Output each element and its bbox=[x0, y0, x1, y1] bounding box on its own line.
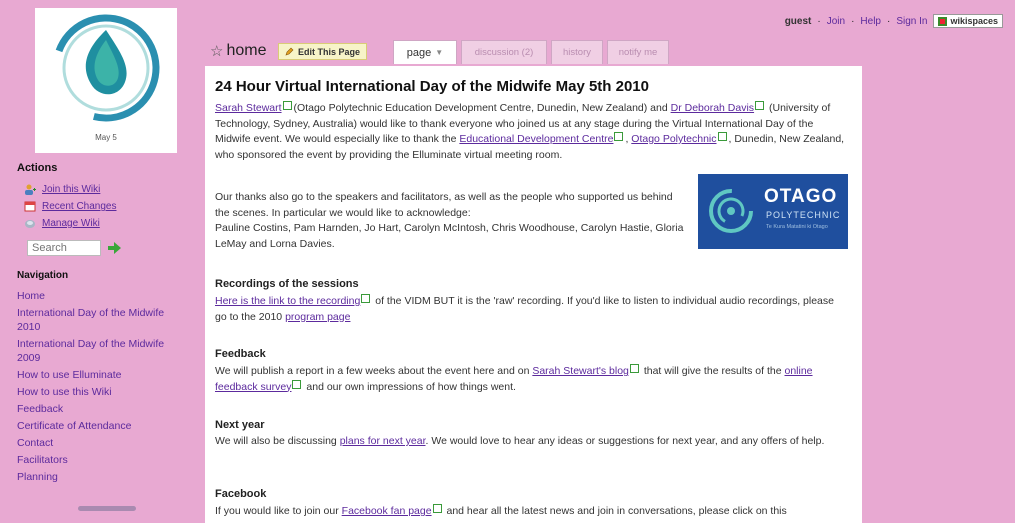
edit-page-label: Edit This Page bbox=[298, 46, 361, 57]
tab-notify[interactable]: notify me bbox=[607, 40, 669, 64]
facebook-paragraph: If you would like to join our Facebook f… bbox=[215, 504, 787, 517]
edc-link[interactable]: Educational Development Centre bbox=[459, 133, 613, 145]
external-link-icon bbox=[614, 132, 624, 141]
tab-page[interactable]: page ▼ bbox=[393, 40, 457, 64]
pencil-icon bbox=[285, 47, 294, 56]
actions-heading: Actions bbox=[17, 162, 58, 174]
recording-link[interactable]: Here is the link to the recording bbox=[215, 295, 360, 307]
facebook-fan-page-link[interactable]: Facebook fan page bbox=[342, 505, 432, 517]
recent-changes-link[interactable]: Recent Changes bbox=[24, 201, 117, 212]
sidebar-scrollbar[interactable] bbox=[78, 506, 136, 511]
nav-item-idm-2010[interactable]: International Day of the Midwife 2010 bbox=[17, 306, 187, 334]
next-year-heading: Next year bbox=[215, 419, 265, 431]
external-link-icon bbox=[292, 379, 302, 389]
otago-logo-tagline: Te Kura Matatini ki Otago bbox=[766, 224, 828, 230]
otago-logo-name: OTAGO bbox=[764, 186, 838, 207]
tab-discussion-label: discussion (2) bbox=[474, 47, 534, 58]
page-title: ☆ home bbox=[210, 42, 266, 60]
nav-item-facilitators[interactable]: Facilitators bbox=[17, 453, 187, 467]
sidebar: May 5 Actions Join this Wiki Recent Chan… bbox=[0, 0, 190, 523]
otago-logo-sub: POLYTECHNIC bbox=[766, 210, 841, 220]
sign-in-link[interactable]: Sign In bbox=[896, 16, 927, 27]
next-year-paragraph: We will also be discussing plans for nex… bbox=[215, 435, 825, 447]
nav-item-idm-2009[interactable]: International Day of the Midwife 2009 bbox=[17, 337, 187, 365]
external-link-icon bbox=[717, 132, 727, 141]
intro-paragraph: Sarah Stewart (Otago Polytechnic Educatio… bbox=[215, 101, 845, 161]
wikispaces-badge[interactable]: wikispaces bbox=[933, 14, 1003, 28]
nav-item-contact[interactable]: Contact bbox=[17, 436, 187, 450]
search-input[interactable] bbox=[27, 240, 101, 256]
wikispaces-label: wikispaces bbox=[950, 16, 998, 26]
program-page-link[interactable]: program page bbox=[285, 311, 350, 323]
help-link[interactable]: Help bbox=[860, 16, 881, 27]
site-logo[interactable]: May 5 bbox=[35, 8, 177, 153]
plans-next-year-link[interactable]: plans for next year bbox=[340, 435, 426, 447]
search-go-arrow-icon[interactable] bbox=[108, 242, 121, 257]
nav-item-home[interactable]: Home bbox=[17, 289, 187, 303]
recordings-paragraph: Here is the link to the recording of the… bbox=[215, 294, 834, 323]
recent-changes-label: Recent Changes bbox=[42, 201, 117, 212]
thanks-paragraph: Our thanks also go to the speakers and f… bbox=[215, 191, 684, 250]
tab-notify-label: notify me bbox=[618, 47, 658, 58]
user-bar: guest · Join · Help · Sign In wikispaces bbox=[785, 14, 1003, 28]
external-link-icon bbox=[755, 101, 765, 110]
deborah-davis-link[interactable]: Dr Deborah Davis bbox=[671, 102, 754, 114]
home-star-icon[interactable]: ☆ bbox=[210, 42, 223, 60]
external-link-icon bbox=[282, 101, 292, 110]
external-link-icon bbox=[432, 504, 442, 513]
otago-polytechnic-link[interactable]: Otago Polytechnic bbox=[631, 133, 716, 145]
calendar-icon bbox=[24, 201, 36, 212]
page-heading: 24 Hour Virtual International Day of the… bbox=[215, 78, 649, 95]
external-link-icon bbox=[629, 364, 639, 373]
manage-wiki-label: Manage Wiki bbox=[42, 218, 100, 229]
page-content: 24 Hour Virtual International Day of the… bbox=[205, 66, 862, 523]
sarah-blog-link[interactable]: Sarah Stewart's blog bbox=[532, 365, 629, 377]
page-title-text: home bbox=[226, 42, 267, 59]
tab-page-label: page bbox=[406, 46, 432, 59]
navigation-list: Home International Day of the Midwife 20… bbox=[17, 289, 187, 487]
recordings-heading: Recordings of the sessions bbox=[215, 278, 359, 290]
sarah-stewart-link[interactable]: Sarah Stewart bbox=[215, 102, 282, 114]
join-user-icon bbox=[25, 184, 36, 195]
navigation-heading: Navigation bbox=[17, 270, 69, 281]
wikispaces-logo-icon bbox=[938, 16, 948, 26]
nav-item-feedback[interactable]: Feedback bbox=[17, 402, 187, 416]
nav-item-certificate[interactable]: Certificate of Attendance bbox=[17, 419, 187, 433]
external-link-icon bbox=[361, 294, 371, 303]
tab-history-label: history bbox=[563, 47, 591, 58]
manage-icon bbox=[25, 220, 35, 228]
otago-polytechnic-logo[interactable]: OTAGO POLYTECHNIC Te Kura Matatini ki Ot… bbox=[698, 174, 848, 249]
nav-item-planning[interactable]: Planning bbox=[17, 470, 187, 484]
facebook-heading: Facebook bbox=[215, 488, 267, 500]
edit-page-button[interactable]: Edit This Page bbox=[278, 43, 368, 60]
midwife-day-logo-graphic: May 5 bbox=[52, 14, 160, 142]
chevron-down-icon: ▼ bbox=[435, 48, 444, 57]
feedback-paragraph: We will publish a report in a few weeks … bbox=[215, 364, 813, 393]
tab-discussion[interactable]: discussion (2) bbox=[461, 40, 547, 64]
acknowledged-names: Pauline Costins, Pam Harnden, Jo Hart, C… bbox=[215, 222, 684, 250]
feedback-heading: Feedback bbox=[215, 348, 266, 360]
join-wiki-link[interactable]: Join this Wiki bbox=[24, 184, 100, 195]
nav-item-use-wiki[interactable]: How to use this Wiki bbox=[17, 385, 187, 399]
nav-item-elluminate[interactable]: How to use Elluminate bbox=[17, 368, 187, 382]
join-wiki-label: Join this Wiki bbox=[42, 184, 101, 195]
manage-wiki-link[interactable]: Manage Wiki bbox=[24, 218, 100, 229]
tab-history[interactable]: history bbox=[551, 40, 603, 64]
logo-caption: May 5 bbox=[95, 133, 117, 142]
join-link[interactable]: Join bbox=[827, 16, 845, 27]
guest-label: guest bbox=[784, 15, 812, 27]
